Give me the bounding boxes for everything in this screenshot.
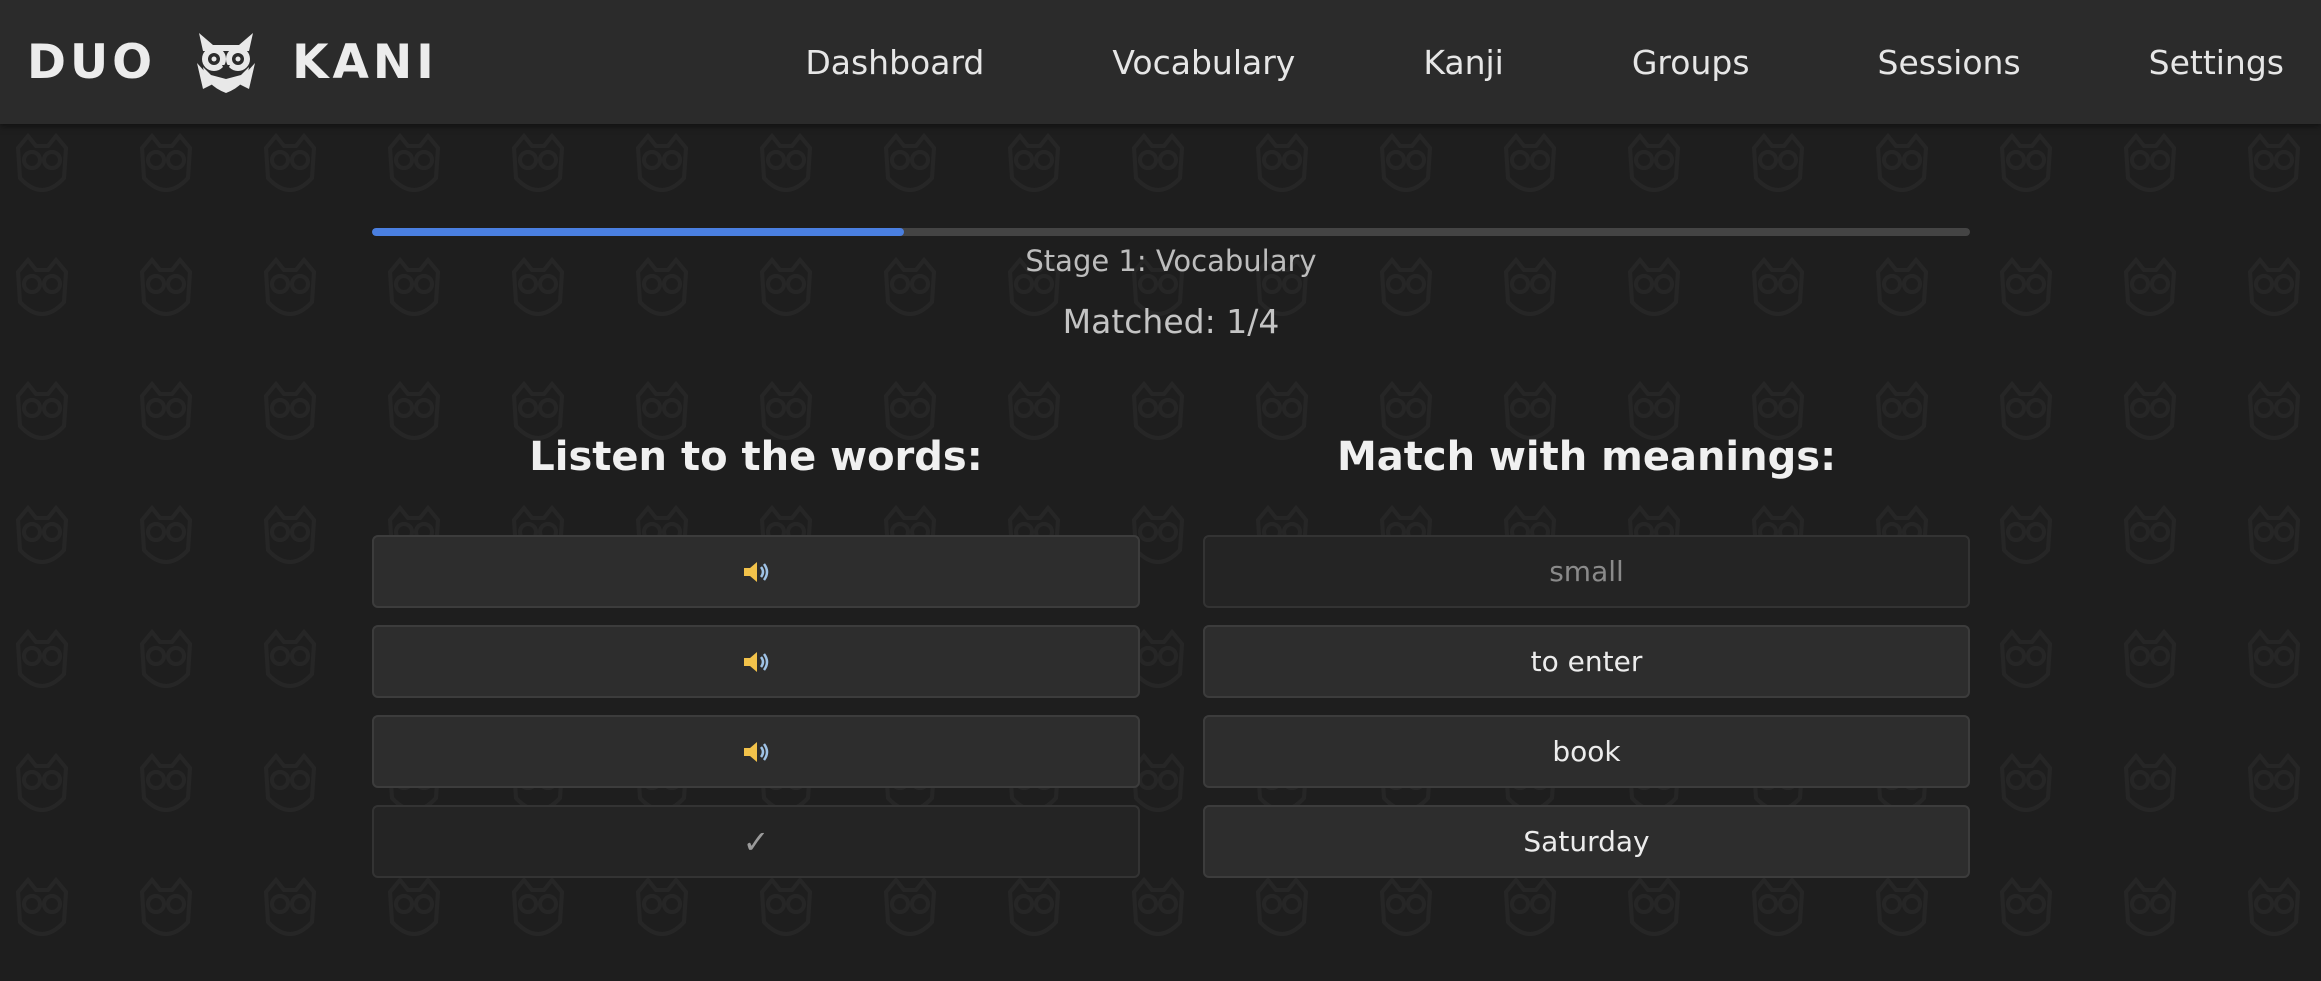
- meaning-label: Saturday: [1523, 825, 1650, 858]
- audio-tile[interactable]: [372, 715, 1140, 788]
- owl-icon: [188, 24, 264, 100]
- nav-settings[interactable]: Settings: [2149, 43, 2284, 82]
- nav-sessions[interactable]: Sessions: [1878, 43, 2021, 82]
- left-column-title: Listen to the words:: [529, 434, 983, 480]
- speaker-icon: [744, 561, 769, 582]
- progress-fill: [372, 228, 905, 236]
- brand-word-left: DUO: [27, 34, 157, 90]
- matched-counter: Matched: 1/4: [1062, 302, 1280, 341]
- brand[interactable]: DUO KANI: [27, 24, 438, 100]
- top-navbar: DUO KANI Dashboard Vocabulary Kanji Grou…: [0, 0, 2321, 124]
- meaning-label: book: [1552, 735, 1621, 768]
- audio-tile-matched: ✓: [372, 805, 1140, 878]
- nav-groups[interactable]: Groups: [1632, 43, 1750, 82]
- speaker-icon: [744, 651, 769, 672]
- stage-progress-bar: [372, 228, 1970, 236]
- brand-word-right: KANI: [292, 34, 438, 90]
- quiz-area: Stage 1: Vocabulary Matched: 1/4 Listen …: [0, 124, 2321, 981]
- nav-vocabulary[interactable]: Vocabulary: [1112, 43, 1295, 82]
- main-nav: Dashboard Vocabulary Kanji Groups Sessio…: [805, 0, 2321, 124]
- meaning-label: to enter: [1530, 645, 1643, 678]
- audio-tile[interactable]: [372, 625, 1140, 698]
- stage-label: Stage 1: Vocabulary: [1025, 244, 1317, 278]
- right-column-title: Match with meanings:: [1336, 434, 1837, 480]
- meaning-tile[interactable]: Saturday: [1203, 805, 1970, 878]
- check-icon: ✓: [742, 822, 770, 861]
- speaker-icon: [744, 741, 769, 762]
- meaning-tile-matched: small: [1203, 535, 1970, 608]
- meaning-tile[interactable]: to enter: [1203, 625, 1970, 698]
- meaning-label: small: [1549, 555, 1624, 588]
- nav-dashboard[interactable]: Dashboard: [805, 43, 984, 82]
- meaning-tile[interactable]: book: [1203, 715, 1970, 788]
- audio-tile[interactable]: [372, 535, 1140, 608]
- nav-kanji[interactable]: Kanji: [1423, 43, 1504, 82]
